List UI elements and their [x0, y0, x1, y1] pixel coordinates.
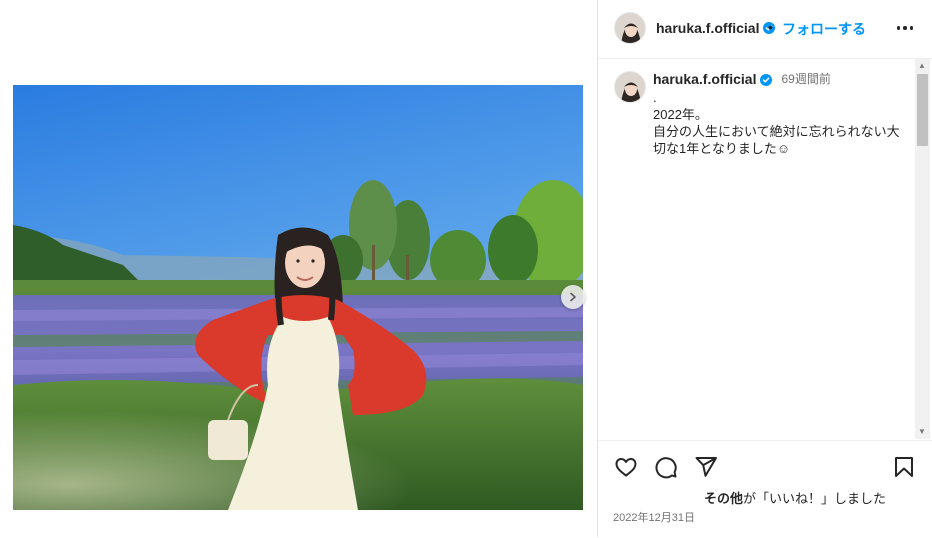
avatar-image: [615, 13, 645, 43]
post-media-pane: [0, 0, 597, 537]
header-separator: •: [768, 19, 773, 35]
caption-username[interactable]: haruka.f.official: [653, 71, 756, 88]
likes-name[interactable]: その他: [704, 491, 743, 506]
post-date[interactable]: 2022年12月31日: [613, 509, 695, 525]
save-button[interactable]: [892, 455, 916, 479]
scroll-up-icon[interactable]: ▲: [918, 62, 926, 70]
more-horizontal-icon-dot: [903, 26, 907, 30]
more-options-button[interactable]: [894, 18, 916, 38]
post-sidebar: haruka.f.official • フォローする haruka.f.offi…: [598, 0, 932, 537]
header-username[interactable]: haruka.f.official: [656, 20, 776, 36]
post-caption: haruka.f.official 69週間前 . 2022年。 自分の人生にお…: [653, 71, 903, 157]
avatar[interactable]: [614, 12, 646, 44]
comments-area[interactable]: haruka.f.official 69週間前 . 2022年。 自分の人生にお…: [598, 59, 932, 439]
share-button[interactable]: [694, 455, 718, 479]
like-button[interactable]: [614, 455, 638, 479]
scrollbar-thumb[interactable]: [917, 74, 928, 146]
bookmark-icon: [895, 457, 913, 477]
header-username-text: haruka.f.official: [656, 20, 760, 36]
heart-icon: [615, 458, 637, 477]
comments-scrollbar[interactable]: ▲ ▼: [915, 59, 930, 439]
verified-icon: [760, 73, 773, 86]
post-photo-image: [13, 85, 583, 510]
caption-header: haruka.f.official 69週間前: [653, 71, 903, 88]
post-photo[interactable]: [13, 85, 583, 510]
caption-time[interactable]: 69週間前: [781, 71, 830, 88]
caption-avatar[interactable]: [614, 71, 646, 103]
more-horizontal-icon: [896, 26, 901, 30]
likes-summary: その他が「いいね！」しました: [704, 488, 886, 507]
caption-text: . 2022年。 自分の人生において絶対に忘れられない大切な1年となりました☺︎: [653, 90, 900, 156]
comment-icon: [655, 457, 677, 479]
chevron-right-icon: [570, 292, 576, 302]
scroll-down-icon[interactable]: ▼: [918, 428, 926, 436]
more-horizontal-icon-dot: [909, 26, 914, 30]
avatar-image: [615, 72, 645, 102]
next-image-button[interactable]: [561, 285, 585, 309]
share-icon: [695, 457, 717, 477]
follow-button[interactable]: フォローする: [782, 19, 866, 39]
post-actions: その他が「いいね！」しました 2022年12月31日: [598, 440, 932, 538]
likes-suffix: が「いいね！」しました: [743, 491, 887, 506]
comment-button[interactable]: [654, 455, 678, 479]
post-header: haruka.f.official • フォローする: [598, 0, 932, 59]
